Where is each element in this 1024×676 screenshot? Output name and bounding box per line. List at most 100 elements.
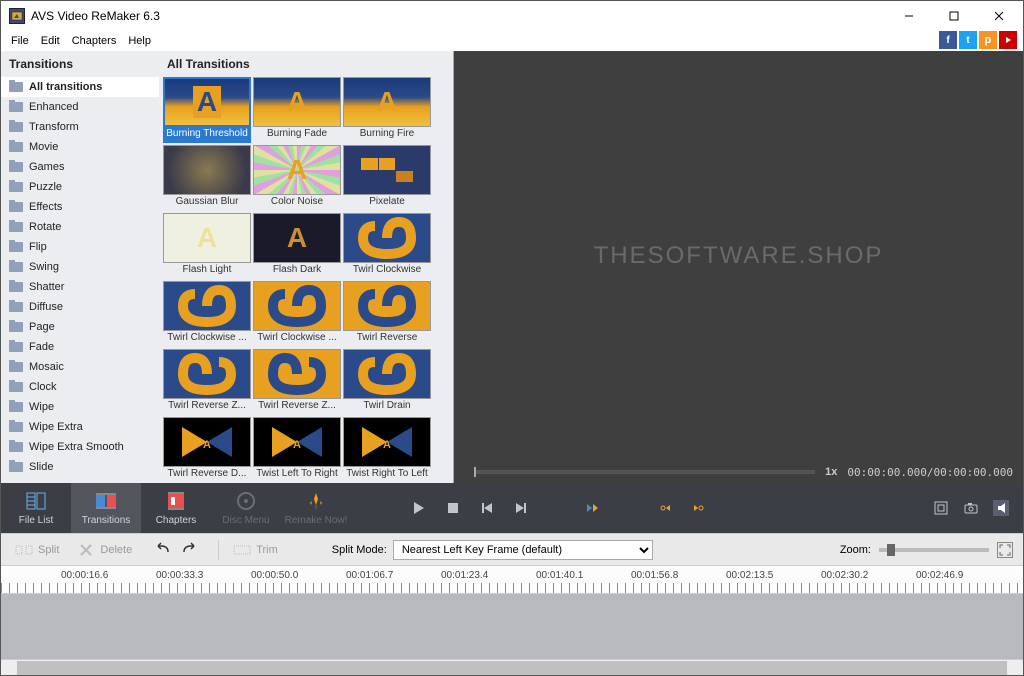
category-item[interactable]: Clock	[1, 377, 159, 397]
tool-tab-remake-now-: Remake Now!	[281, 483, 351, 533]
tool-tab-chapters[interactable]: Chapters	[141, 483, 211, 533]
trim-button[interactable]: Trim	[229, 541, 282, 559]
step-forward-button[interactable]	[585, 500, 601, 516]
category-item[interactable]: Rotate	[1, 217, 159, 237]
transition-item[interactable]: Twirl Clockwise ...	[163, 281, 251, 347]
preview-area[interactable]: THESOFTWARE.SHOP	[454, 51, 1023, 461]
transition-item[interactable]: Twirl Clockwise	[343, 213, 431, 279]
category-item[interactable]: Diffuse	[1, 297, 159, 317]
next-button[interactable]	[513, 500, 529, 516]
transition-item[interactable]: ABurning Fade	[253, 77, 341, 143]
undo-redo-group	[154, 542, 200, 558]
undo-button[interactable]	[154, 542, 174, 558]
timeline-ruler[interactable]: 00:00:16.600:00:33.300:00:50.000:01:06.7…	[1, 566, 1023, 594]
twitter-icon[interactable]: t	[959, 31, 977, 49]
menu-help[interactable]: Help	[122, 33, 157, 49]
transition-thumb: A	[163, 213, 251, 263]
ruler-tick: 00:00:16.6	[61, 570, 108, 581]
category-item[interactable]: Effects	[1, 197, 159, 217]
transition-item[interactable]: AFlash Dark	[253, 213, 341, 279]
transition-item[interactable]: Pixelate	[343, 145, 431, 211]
pinterest-icon[interactable]: p	[979, 31, 997, 49]
transition-item[interactable]: AFlash Light	[163, 213, 251, 279]
transition-thumb: A	[253, 213, 341, 263]
category-item[interactable]: Fade	[1, 337, 159, 357]
transition-item[interactable]: ABurning Fire	[343, 77, 431, 143]
titlebar: AVS Video ReMaker 6.3	[1, 1, 1023, 31]
category-item[interactable]: Games	[1, 157, 159, 177]
category-item[interactable]: Enhanced	[1, 97, 159, 117]
fullscreen-button[interactable]	[933, 500, 949, 516]
category-item[interactable]: All transitions	[1, 77, 159, 97]
menu-edit[interactable]: Edit	[35, 33, 66, 49]
tool-tab-transitions[interactable]: Transitions	[71, 483, 141, 533]
stop-button[interactable]	[445, 500, 461, 516]
split-button[interactable]: Split	[11, 541, 63, 559]
folder-icon	[9, 182, 23, 192]
transition-label: Color Noise	[253, 195, 341, 211]
timecode-current: 00:00:00.000	[847, 466, 926, 479]
timeline-track[interactable]	[1, 594, 1023, 659]
prev-button[interactable]	[479, 500, 495, 516]
transition-thumb	[163, 281, 251, 331]
transition-thumb	[163, 145, 251, 195]
zoom-slider[interactable]	[879, 548, 989, 552]
category-item[interactable]: Puzzle	[1, 177, 159, 197]
folder-icon	[9, 402, 23, 412]
delete-button[interactable]: Delete	[73, 541, 136, 559]
category-item[interactable]: Movie	[1, 137, 159, 157]
category-item[interactable]: Swing	[1, 257, 159, 277]
transition-item[interactable]: Twirl Reverse Z...	[163, 349, 251, 415]
transition-thumb	[253, 349, 341, 399]
transition-item[interactable]: Twirl Drain	[343, 349, 431, 415]
keyframe-next-button[interactable]	[691, 500, 707, 516]
folder-icon	[9, 382, 23, 392]
category-item[interactable]: Slide	[1, 457, 159, 477]
preview-seek-slider[interactable]	[474, 470, 815, 474]
volume-button[interactable]	[993, 500, 1009, 516]
category-item[interactable]: Page	[1, 317, 159, 337]
ruler-tick: 00:02:30.2	[821, 570, 868, 581]
transition-label: Twist Right To Left	[343, 467, 431, 483]
transition-item[interactable]: AColor Noise	[253, 145, 341, 211]
transitions-title: All Transitions	[159, 51, 453, 77]
category-item[interactable]: Wipe Extra Smooth	[1, 437, 159, 457]
tool-tab-file-list[interactable]: File List	[1, 483, 71, 533]
close-button[interactable]	[976, 2, 1021, 30]
transition-item[interactable]: ATwirl Reverse D...	[163, 417, 251, 483]
horizontal-scrollbar[interactable]	[1, 659, 1023, 675]
menu-chapters[interactable]: Chapters	[66, 33, 123, 49]
transition-item[interactable]: Twirl Reverse	[343, 281, 431, 347]
split-mode-select[interactable]: Nearest Left Key Frame (default)	[393, 540, 653, 560]
redo-button[interactable]	[180, 542, 200, 558]
transition-item[interactable]: Twirl Clockwise ...	[253, 281, 341, 347]
transition-item[interactable]: Gaussian Blur	[163, 145, 251, 211]
transition-label: Twist Left To Right	[253, 467, 341, 483]
folder-icon	[9, 282, 23, 292]
ruler-tick: 00:01:06.7	[346, 570, 393, 581]
transitions-scroll[interactable]: ABurning ThresholdABurning FadeABurning …	[159, 77, 453, 483]
split-mode-label: Split Mode:	[332, 544, 387, 556]
category-item[interactable]: Flip	[1, 237, 159, 257]
minimize-button[interactable]	[886, 2, 931, 30]
transition-item[interactable]: Twirl Reverse Z...	[253, 349, 341, 415]
category-item[interactable]: Transform	[1, 117, 159, 137]
facebook-icon[interactable]: f	[939, 31, 957, 49]
youtube-icon[interactable]	[999, 31, 1017, 49]
maximize-button[interactable]	[931, 2, 976, 30]
category-item[interactable]: Shatter	[1, 277, 159, 297]
svg-text:A: A	[383, 439, 391, 451]
play-button[interactable]	[411, 500, 427, 516]
category-item[interactable]: Wipe Extra	[1, 417, 159, 437]
transition-item[interactable]: ATwist Left To Right	[253, 417, 341, 483]
categories-list[interactable]: All transitionsEnhancedTransformMovieGam…	[1, 77, 159, 483]
keyframe-prev-button[interactable]	[657, 500, 673, 516]
menu-file[interactable]: File	[5, 33, 35, 49]
transition-item[interactable]: A Twist Right To Left	[343, 417, 431, 483]
category-item[interactable]: Mosaic	[1, 357, 159, 377]
snapshot-button[interactable]	[963, 500, 979, 516]
transition-item[interactable]: ABurning Threshold	[163, 77, 251, 143]
zoom-fit-button[interactable]	[997, 542, 1013, 558]
category-item[interactable]: Wipe	[1, 397, 159, 417]
transition-label: Flash Light	[163, 263, 251, 279]
